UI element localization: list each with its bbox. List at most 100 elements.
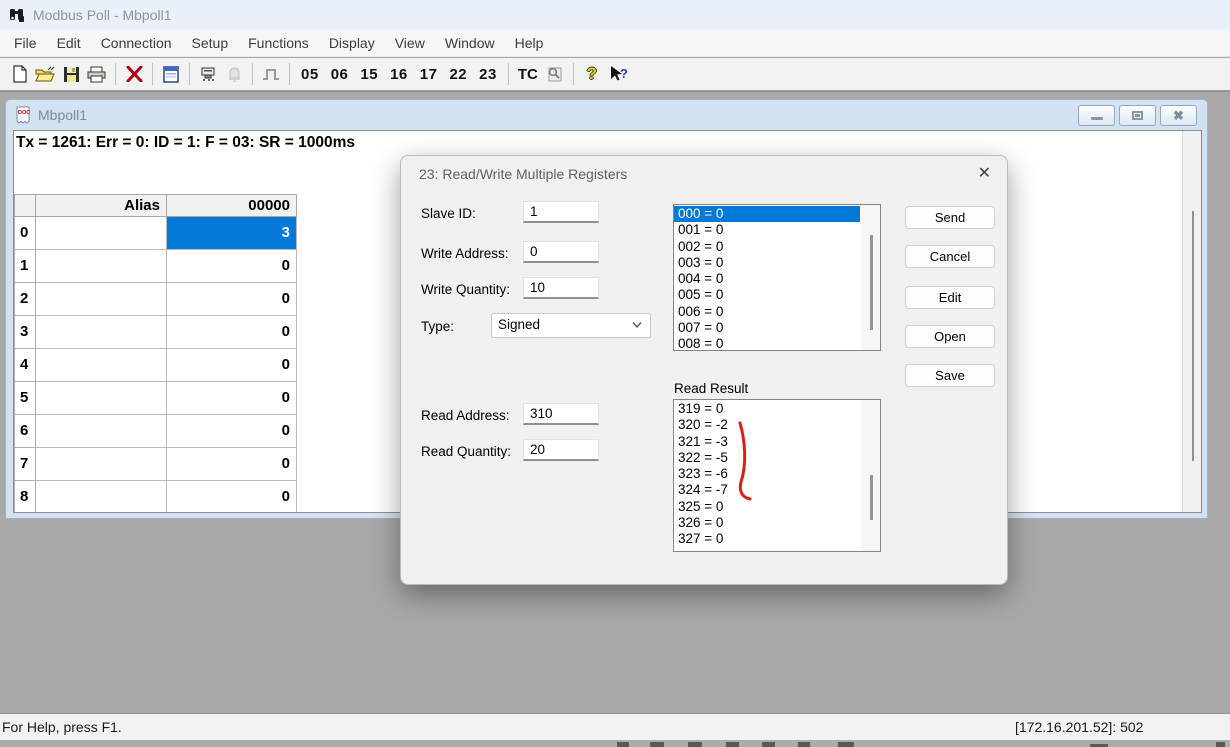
grid-vertical-scrollbar[interactable] [1182, 131, 1201, 512]
read-quantity-field[interactable]: 20 [523, 439, 599, 461]
single-poll-button[interactable] [258, 61, 284, 87]
register-value-cell[interactable]: 0 [167, 349, 297, 382]
row-header[interactable]: 0 [14, 217, 36, 250]
setup-window-button[interactable] [158, 61, 184, 87]
print-button[interactable] [84, 61, 110, 87]
read-result-item[interactable]: 324 = -7 [674, 482, 860, 498]
about-help-button[interactable]: ? [579, 61, 605, 87]
read-result-item[interactable]: 322 = -5 [674, 450, 860, 466]
write-quantity-field[interactable]: 10 [523, 277, 599, 299]
menu-display[interactable]: Display [319, 31, 385, 55]
function-22-button[interactable]: 22 [443, 66, 473, 83]
read-result-item[interactable]: 325 = 0 [674, 499, 860, 515]
save-button[interactable] [58, 61, 84, 87]
register-value-cell[interactable]: 0 [167, 382, 297, 415]
function-17-button[interactable]: 17 [414, 66, 444, 83]
new-document-button[interactable] [6, 61, 32, 87]
minimize-button[interactable] [1078, 105, 1115, 126]
type-dropdown[interactable]: Signed [491, 313, 651, 338]
zoom-communication-button[interactable] [542, 61, 568, 87]
auto-poll-button[interactable] [221, 61, 247, 87]
menu-functions[interactable]: Functions [238, 31, 319, 55]
write-list-scrollbar-thumb[interactable] [870, 235, 873, 330]
test-center-button[interactable]: TC [514, 66, 542, 83]
open-file-button[interactable] [32, 61, 58, 87]
register-value-cell[interactable]: 0 [167, 415, 297, 448]
menu-file[interactable]: File [4, 31, 47, 55]
slave-id-field[interactable]: 1 [523, 201, 599, 223]
row-header[interactable]: 8 [14, 481, 36, 513]
edit-button[interactable]: Edit [905, 286, 995, 309]
register-value-cell[interactable]: 0 [167, 283, 297, 316]
read-result-item[interactable]: 327 = 0 [674, 531, 860, 547]
menu-edit[interactable]: Edit [47, 31, 91, 55]
read-result-listbox[interactable]: 319 = 0320 = -2321 = -3322 = -5323 = -63… [673, 399, 881, 552]
write-address-field[interactable]: 0 [523, 241, 599, 263]
register-value-cell[interactable]: 3 [167, 217, 297, 250]
row-header[interactable]: 4 [14, 349, 36, 382]
open-button[interactable]: Open [905, 325, 995, 348]
menu-help[interactable]: Help [505, 31, 554, 55]
restore-button[interactable] [1119, 105, 1156, 126]
row-header[interactable]: 5 [14, 382, 36, 415]
write-list-scrollbar[interactable] [861, 205, 880, 350]
write-register-item[interactable]: 004 = 0 [674, 271, 860, 287]
register-column-header[interactable]: 00000 [167, 194, 297, 217]
read-result-scrollbar-thumb[interactable] [870, 475, 873, 520]
alias-cell[interactable] [36, 415, 167, 448]
read-address-field[interactable]: 310 [523, 403, 599, 425]
read-result-scrollbar[interactable] [861, 400, 880, 551]
mbpoll1-titlebar[interactable]: DOC Mbpoll1 ✖ [6, 100, 1207, 130]
write-register-item[interactable]: 002 = 0 [674, 239, 860, 255]
menu-setup[interactable]: Setup [182, 31, 239, 55]
write-register-item[interactable]: 007 = 0 [674, 320, 860, 336]
grid-corner-header[interactable] [14, 194, 36, 217]
register-value-cell[interactable]: 0 [167, 448, 297, 481]
alias-cell[interactable] [36, 250, 167, 283]
write-register-item[interactable]: 006 = 0 [674, 304, 860, 320]
close-button[interactable]: ✖ [1160, 105, 1197, 126]
read-result-item[interactable]: 320 = -2 [674, 417, 860, 433]
write-register-item[interactable]: 008 = 0 [674, 336, 860, 351]
read-result-item[interactable]: 323 = -6 [674, 466, 860, 482]
alias-cell[interactable] [36, 316, 167, 349]
write-register-item[interactable]: 001 = 0 [674, 222, 860, 238]
context-help-button[interactable]: ? [605, 61, 631, 87]
read-result-item[interactable]: 321 = -3 [674, 434, 860, 450]
write-register-item[interactable]: 003 = 0 [674, 255, 860, 271]
register-value-cell[interactable]: 0 [167, 316, 297, 349]
poll-definition-button[interactable] [195, 61, 221, 87]
write-register-item[interactable]: 000 = 0 [674, 206, 860, 222]
write-registers-listbox[interactable]: 000 = 0001 = 0002 = 0003 = 0004 = 0005 =… [673, 204, 881, 351]
grid-scrollbar-thumb[interactable] [1192, 211, 1194, 461]
alias-column-header[interactable]: Alias [36, 194, 167, 217]
function-16-button[interactable]: 16 [384, 66, 414, 83]
read-result-item[interactable]: 326 = 0 [674, 515, 860, 531]
menu-window[interactable]: Window [435, 31, 505, 55]
read-result-item[interactable]: 319 = 0 [674, 401, 860, 417]
register-value-cell[interactable]: 0 [167, 250, 297, 283]
dialog-close-icon[interactable]: ✕ [978, 163, 991, 183]
register-value-cell[interactable]: 0 [167, 481, 297, 513]
row-header[interactable]: 2 [14, 283, 36, 316]
send-button[interactable]: Send [905, 206, 995, 229]
function-15-button[interactable]: 15 [354, 66, 384, 83]
function-05-button[interactable]: 05 [295, 66, 325, 83]
alias-cell[interactable] [36, 349, 167, 382]
row-header[interactable]: 7 [14, 448, 36, 481]
row-header[interactable]: 3 [14, 316, 36, 349]
alias-cell[interactable] [36, 382, 167, 415]
function-06-button[interactable]: 06 [325, 66, 355, 83]
alias-cell[interactable] [36, 481, 167, 513]
menu-view[interactable]: View [385, 31, 435, 55]
disconnect-button[interactable] [121, 61, 147, 87]
write-register-item[interactable]: 005 = 0 [674, 287, 860, 303]
alias-cell[interactable] [36, 217, 167, 250]
menu-connection[interactable]: Connection [91, 31, 182, 55]
function-23-button[interactable]: 23 [473, 66, 503, 83]
alias-cell[interactable] [36, 283, 167, 316]
row-header[interactable]: 1 [14, 250, 36, 283]
cancel-button[interactable]: Cancel [905, 245, 995, 268]
row-header[interactable]: 6 [14, 415, 36, 448]
alias-cell[interactable] [36, 448, 167, 481]
